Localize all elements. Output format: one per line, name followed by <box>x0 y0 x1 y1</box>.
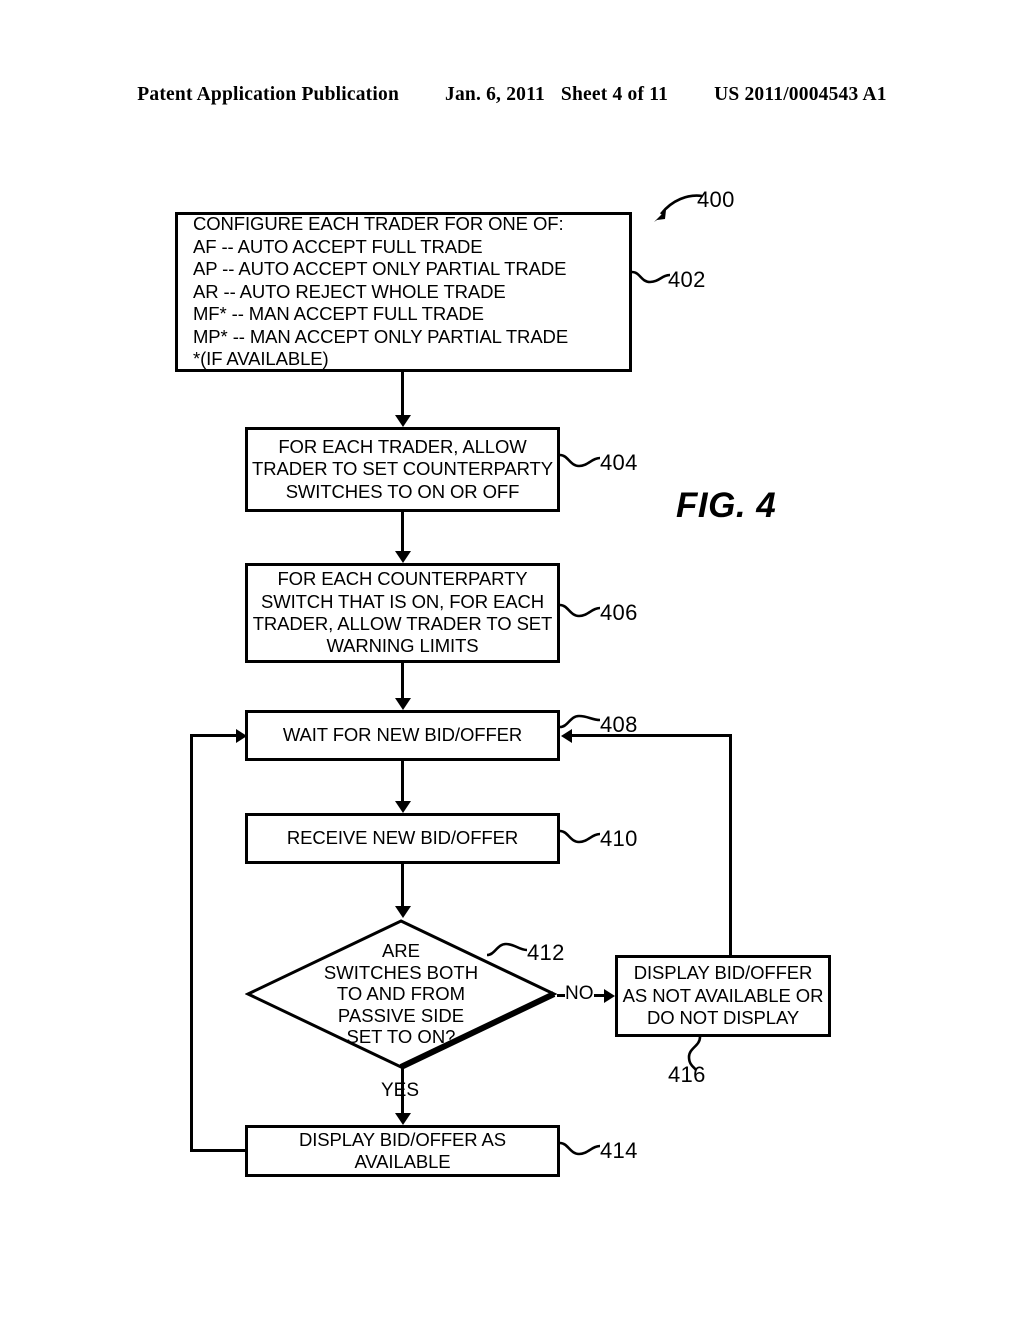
process-box-402: CONFIGURE EACH TRADER FOR ONE OF: AF -- … <box>175 212 632 372</box>
connector-406-to-408 <box>401 663 404 698</box>
leader-line-414 <box>559 1139 602 1161</box>
process-box-416: DISPLAY BID/OFFER AS NOT AVAILABLE OR DO… <box>615 955 831 1037</box>
process-box-402-text: CONFIGURE EACH TRADER FOR ONE OF: AF -- … <box>193 213 569 370</box>
leader-line-408 <box>559 713 602 735</box>
leader-line-410 <box>559 827 602 849</box>
arrowhead-412-yes-to-414 <box>394 1113 411 1125</box>
header-publication-title: Patent Application Publication <box>137 84 399 105</box>
process-box-408-text: WAIT FOR NEW BID/OFFER <box>282 724 523 746</box>
process-box-408: WAIT FOR NEW BID/OFFER <box>245 710 560 761</box>
branch-label-yes: YES <box>381 1080 420 1101</box>
reference-numeral-404: 404 <box>600 450 638 475</box>
connector-408-to-410 <box>401 761 404 801</box>
process-box-416-text: DISPLAY BID/OFFER AS NOT AVAILABLE OR DO… <box>622 962 824 1029</box>
leader-line-400 <box>648 190 704 226</box>
leader-line-406 <box>559 601 602 623</box>
arrowhead-402-to-404 <box>394 415 411 427</box>
leader-line-412 <box>486 941 529 963</box>
process-box-406: FOR EACH COUNTERPARTY SWITCH THAT IS ON,… <box>245 563 560 663</box>
leader-line-402 <box>631 268 672 290</box>
reference-numeral-414: 414 <box>600 1138 638 1163</box>
process-box-404-text: FOR EACH TRADER, ALLOW TRADER TO SET COU… <box>252 435 553 502</box>
reference-numeral-410: 410 <box>600 826 638 851</box>
process-box-414-text: DISPLAY BID/OFFER AS AVAILABLE <box>298 1128 507 1172</box>
header-sheet-number: Sheet 4 of 11 <box>560 84 669 105</box>
arrowhead-412-no-to-416 <box>604 989 615 1003</box>
reference-numeral-416: 416 <box>668 1062 706 1087</box>
connector-412-no-segment <box>594 994 604 997</box>
connector-416-loopback-right <box>729 734 732 958</box>
connector-414-loopback-left <box>190 734 193 1152</box>
process-box-410-text: RECEIVE NEW BID/OFFER <box>286 827 519 849</box>
connector-414-loopback-bottom <box>190 1149 248 1152</box>
reference-numeral-412: 412 <box>527 940 565 965</box>
reference-numeral-402: 402 <box>668 267 706 292</box>
connector-402-to-404 <box>401 372 404 415</box>
process-box-406-text: FOR EACH COUNTERPARTY SWITCH THAT IS ON,… <box>252 568 553 657</box>
arrowhead-loopback-into-408 <box>236 728 247 743</box>
process-box-410: RECEIVE NEW BID/OFFER <box>245 813 560 864</box>
process-box-404: FOR EACH TRADER, ALLOW TRADER TO SET COU… <box>245 427 560 512</box>
reference-numeral-408: 408 <box>600 712 638 737</box>
patent-figure-page: Patent Application Publication Jan. 6, 2… <box>0 0 1024 1320</box>
figure-label: FIG. 4 <box>676 486 777 525</box>
branch-label-no: NO <box>565 983 594 1004</box>
connector-404-to-406 <box>401 512 404 551</box>
reference-numeral-400: 400 <box>697 187 735 212</box>
arrowhead-406-to-408 <box>394 698 411 710</box>
arrowhead-404-to-406 <box>394 551 411 563</box>
arrowhead-410-to-412 <box>394 906 411 918</box>
connector-414-loopback-top <box>190 734 236 737</box>
connector-410-to-412 <box>401 864 404 906</box>
page-header: Patent Application Publication Jan. 6, 2… <box>0 84 1024 114</box>
header-date: Jan. 6, 2011 <box>445 84 545 105</box>
process-box-414: DISPLAY BID/OFFER AS AVAILABLE <box>245 1125 560 1177</box>
leader-line-404 <box>559 451 602 473</box>
reference-numeral-406: 406 <box>600 600 638 625</box>
connector-412-no-to-416 <box>557 994 565 997</box>
header-patent-number: US 2011/0004543 A1 <box>714 84 887 105</box>
arrowhead-408-to-410 <box>394 801 411 813</box>
